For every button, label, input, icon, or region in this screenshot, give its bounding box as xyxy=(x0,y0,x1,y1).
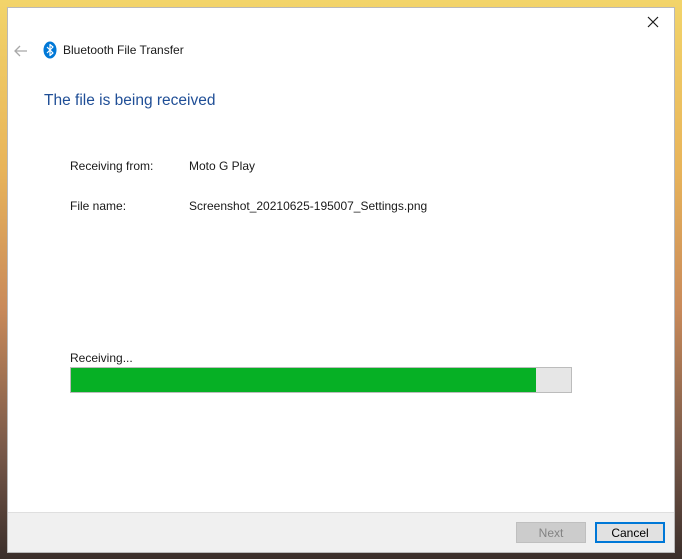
file-name-value: Screenshot_20210625-195007_Settings.png xyxy=(189,199,428,213)
progress-status-text: Receiving... xyxy=(70,351,133,365)
back-arrow-icon xyxy=(14,45,27,57)
close-button[interactable] xyxy=(638,10,668,34)
back-button[interactable] xyxy=(11,42,31,60)
bluetooth-icon xyxy=(43,41,57,59)
next-button[interactable]: Next xyxy=(516,522,586,543)
dialog-footer: Next Cancel xyxy=(8,512,674,552)
page-title: The file is being received xyxy=(44,92,216,109)
receiving-from-label: Receiving from: xyxy=(70,159,154,173)
bluetooth-transfer-dialog: Bluetooth File Transfer The file is bein… xyxy=(7,7,675,553)
cancel-button[interactable]: Cancel xyxy=(595,522,665,543)
receiving-from-value: Moto G Play xyxy=(189,159,256,173)
file-name-label: File name: xyxy=(70,199,127,213)
app-title: Bluetooth File Transfer xyxy=(63,43,184,57)
progress-bar xyxy=(70,367,572,393)
close-icon xyxy=(647,16,659,28)
title-bar: Bluetooth File Transfer xyxy=(8,38,674,64)
progress-bar-fill xyxy=(71,368,536,392)
